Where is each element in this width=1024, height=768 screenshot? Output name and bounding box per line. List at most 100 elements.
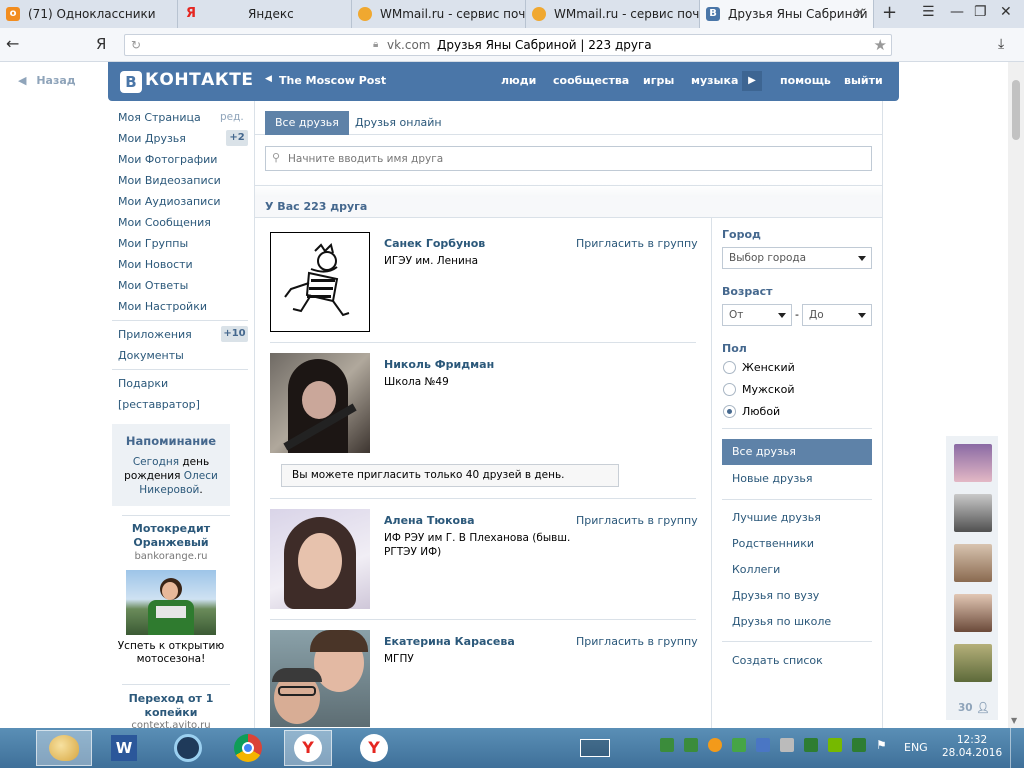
tray-icon[interactable] — [756, 738, 770, 752]
friend-photo[interactable] — [270, 353, 370, 453]
invite-to-group-link[interactable]: Пригласить в группу — [576, 635, 698, 648]
friend-name[interactable]: Екатерина Карасева — [384, 635, 515, 648]
taskbar-paint[interactable] — [36, 730, 92, 766]
reminder-name-link[interactable]: Олеси — [184, 470, 218, 482]
age-to-select[interactable]: До — [802, 304, 872, 326]
online-friend-avatar[interactable] — [954, 444, 992, 482]
create-list-link[interactable]: Создать список — [732, 654, 823, 667]
url-field[interactable]: ↻ 🔒︎ vk.com Друзья Яны Сабриной | 223 др… — [124, 34, 892, 56]
menu-my-audio[interactable]: Мои Аудиозаписи — [118, 195, 221, 208]
restore-icon[interactable]: ❐ — [974, 4, 987, 20]
scroll-down-icon[interactable]: ▼ — [1011, 716, 1017, 725]
list-new-friends[interactable]: Новые друзья — [732, 472, 812, 485]
ad-motocredit[interactable]: Мотокредит Оранжевый bankorange.ru Успеть… — [112, 522, 230, 666]
menu-my-groups[interactable]: Мои Группы — [118, 237, 188, 250]
menu-icon[interactable]: ☰ — [922, 4, 935, 20]
friend-name[interactable]: Алена Тюкова — [384, 514, 475, 527]
invite-to-group-link[interactable]: Пригласить в группу — [576, 237, 698, 250]
friend-photo[interactable] — [270, 630, 370, 727]
menu-restorer[interactable]: [реставратор] — [118, 398, 200, 411]
tab-odnoklassniki[interactable]: о (71) Одноклассники — [0, 0, 178, 28]
tray-icon[interactable] — [780, 738, 794, 752]
back-link[interactable]: ◀ Назад — [18, 74, 76, 87]
tray-icon[interactable] — [684, 738, 698, 752]
list-colleagues[interactable]: Коллеги — [732, 563, 780, 576]
nav-people[interactable]: люди — [501, 74, 536, 87]
nav-communities[interactable]: сообщества — [553, 74, 629, 87]
invite-to-group-link[interactable]: Пригласить в группу — [576, 514, 698, 527]
shield-icon[interactable] — [852, 738, 866, 752]
list-relatives[interactable]: Родственники — [732, 537, 814, 550]
play-icon[interactable]: ▶ — [742, 71, 762, 91]
tray-icon[interactable] — [732, 738, 746, 752]
taskbar-word[interactable]: W — [100, 730, 148, 766]
vk-logo-icon[interactable]: В — [120, 71, 142, 93]
friend-name[interactable]: Николь Фридман — [384, 358, 494, 371]
menu-my-friends[interactable]: Мои Друзья — [118, 132, 186, 145]
reload-icon[interactable]: ↻ — [131, 38, 141, 52]
menu-gifts[interactable]: Подарки — [118, 377, 168, 390]
show-desktop-button[interactable] — [1010, 728, 1024, 768]
online-friend-avatar[interactable] — [954, 594, 992, 632]
vk-logo-text[interactable]: КОНТАКТЕ — [145, 70, 253, 90]
gender-male-radio[interactable] — [723, 383, 736, 396]
nav-music[interactable]: музыка — [691, 74, 738, 87]
nav-logout[interactable]: выйти — [844, 74, 883, 87]
tab-yandex[interactable]: Я Яндекс — [178, 0, 352, 28]
apps-count-badge[interactable]: +10 — [221, 326, 248, 342]
tab-vk-friends[interactable]: В Друзья Яны Сабриной ✕ — [700, 0, 874, 28]
close-window-icon[interactable]: ✕ — [1000, 4, 1012, 20]
yandex-logo-icon[interactable]: Я — [96, 35, 106, 53]
scrollbar-thumb[interactable] — [1012, 80, 1020, 140]
download-icon[interactable]: ⤓ — [998, 36, 1004, 52]
minimize-icon[interactable]: — — [950, 4, 964, 20]
tray-icon[interactable] — [660, 738, 674, 752]
menu-documents[interactable]: Документы — [118, 349, 184, 362]
tab-online-friends[interactable]: Друзья онлайн — [345, 111, 452, 135]
tray-icon[interactable] — [708, 738, 722, 752]
nav-help[interactable]: помощь — [780, 74, 831, 87]
gender-any-radio[interactable] — [723, 405, 736, 418]
menu-my-page[interactable]: Моя Страница — [118, 111, 201, 124]
friend-search-input[interactable]: ⚲ Начните вводить имя друга — [265, 146, 872, 171]
nvidia-icon[interactable] — [828, 738, 842, 752]
menu-my-messages[interactable]: Мои Сообщения — [118, 216, 211, 229]
ad-avito[interactable]: Переход от 1 копейки context.avito.ru — [112, 692, 230, 731]
gender-male-label[interactable]: Мужской — [742, 383, 794, 396]
nav-games[interactable]: игры — [643, 74, 674, 87]
taskbar-gauge[interactable] — [164, 730, 212, 766]
tab-wmmail-1[interactable]: WMmail.ru - сервис почто — [352, 0, 526, 28]
bookmark-star-icon[interactable]: ★ — [874, 36, 887, 54]
tray-icon[interactable] — [804, 738, 818, 752]
menu-my-answers[interactable]: Мои Ответы — [118, 279, 188, 292]
friend-photo[interactable] — [270, 509, 370, 609]
reminder-name-link[interactable]: Никеровой — [139, 484, 199, 496]
city-select[interactable]: Выбор города — [722, 247, 872, 269]
gender-any-label[interactable]: Любой — [742, 405, 780, 418]
close-tab-icon[interactable]: ✕ — [854, 6, 865, 21]
reminder-today-link[interactable]: Сегодня — [133, 456, 179, 468]
menu-my-settings[interactable]: Мои Настройки — [118, 300, 207, 313]
taskbar-yandex-browser-active[interactable]: Y — [284, 730, 332, 766]
online-friend-avatar[interactable] — [954, 644, 992, 682]
language-indicator[interactable]: ENG — [904, 741, 928, 754]
flag-icon[interactable]: ⚑ — [876, 738, 890, 752]
menu-my-photos[interactable]: Мои Фотографии — [118, 153, 217, 166]
menu-edit-link[interactable]: ред. — [220, 111, 244, 123]
friends-count-badge[interactable]: +2 — [226, 130, 248, 146]
back-arrow-icon[interactable]: ← — [6, 34, 19, 53]
friend-photo[interactable] — [270, 232, 370, 332]
clock[interactable]: 12:32 28.04.2016 — [942, 734, 1002, 760]
online-count[interactable]: 30 👤︎ — [958, 701, 990, 714]
list-best-friends[interactable]: Лучшие друзья — [732, 511, 821, 524]
moscow-post-link[interactable]: The Moscow Post — [279, 74, 386, 87]
taskbar-yandex-browser[interactable]: Y — [350, 730, 398, 766]
menu-my-videos[interactable]: Мои Видеозаписи — [118, 174, 221, 187]
online-friend-avatar[interactable] — [954, 544, 992, 582]
menu-my-news[interactable]: Мои Новости — [118, 258, 193, 271]
list-school-friends[interactable]: Друзья по школе — [732, 615, 831, 628]
list-all-friends[interactable]: Все друзья — [722, 439, 872, 465]
keyboard-icon[interactable] — [580, 739, 610, 757]
taskbar-chrome[interactable] — [224, 730, 272, 766]
scrollbar[interactable]: ▼ — [1008, 62, 1024, 728]
